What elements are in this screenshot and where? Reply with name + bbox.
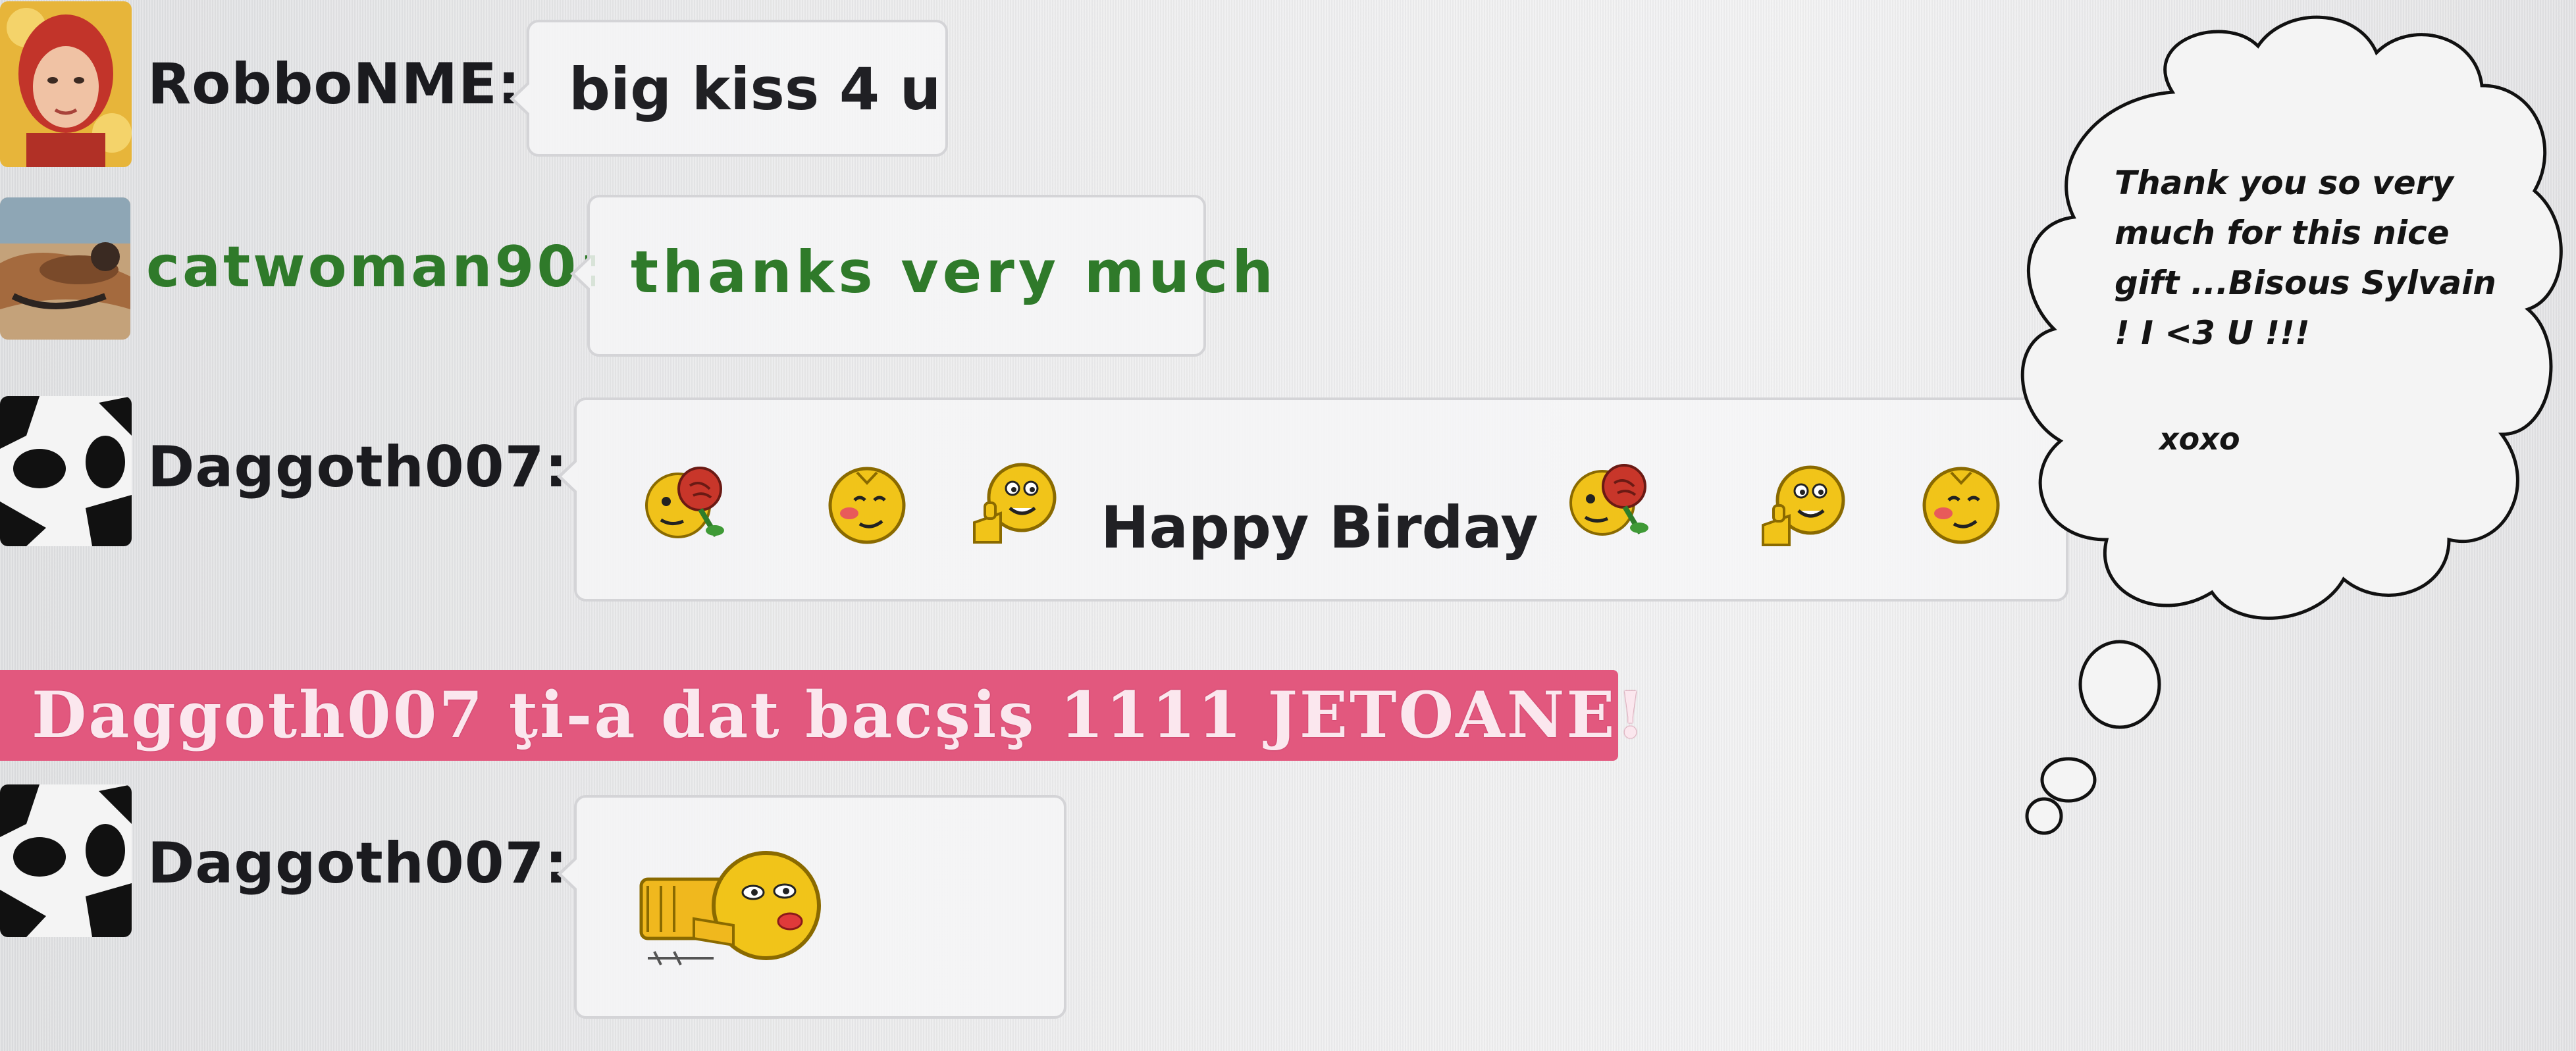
thumbs-up-smiley-icon [968, 450, 1066, 549]
rose-smiley-icon [1562, 450, 1660, 549]
kiss-smiley-icon [635, 840, 832, 971]
message-username[interactable]: Daggoth007: [147, 434, 568, 500]
message-bubble: big kiss 4 u [510, 20, 948, 157]
message-bubble: Happy Birday [557, 397, 2068, 602]
message-text: big kiss 4 u [569, 55, 941, 123]
message-text: thanks very much [631, 238, 1277, 306]
message-username[interactable]: RobboNME: [147, 51, 521, 117]
panda-avatar[interactable] [0, 396, 132, 546]
rose-smiley-icon [637, 453, 736, 551]
blush-smiley-icon [818, 453, 916, 551]
message-username[interactable]: Daggoth007: [147, 831, 568, 896]
tip-notification-text: Daggoth007 ţi-a dat bacşiş 1111 JETOANE! [32, 678, 1646, 752]
thought-cloud-text: Thank you so very much for this nice gif… [2115, 164, 2496, 352]
message-bubble [557, 795, 1066, 1019]
red-haired-woman-avatar[interactable] [0, 1, 132, 167]
thought-cloud-signature: xoxo [2159, 421, 2240, 457]
message-username[interactable]: catwoman90: [146, 234, 604, 300]
message-text: Happy Birday [1101, 494, 1538, 561]
panda-avatar[interactable] [0, 784, 132, 937]
thumbs-up-smiley-icon [1756, 453, 1855, 551]
tip-notification-banner: Daggoth007 ţi-a dat bacşiş 1111 JETOANE! [0, 670, 1644, 761]
chat-log: RobboNME: big kiss 4 u catwoman90: thank… [0, 0, 2576, 1051]
thought-cloud: Thank you so very much for this nice gif… [1975, 0, 2576, 856]
beach-photo-avatar[interactable] [0, 197, 130, 340]
message-bubble: thanks very much [570, 195, 1273, 357]
